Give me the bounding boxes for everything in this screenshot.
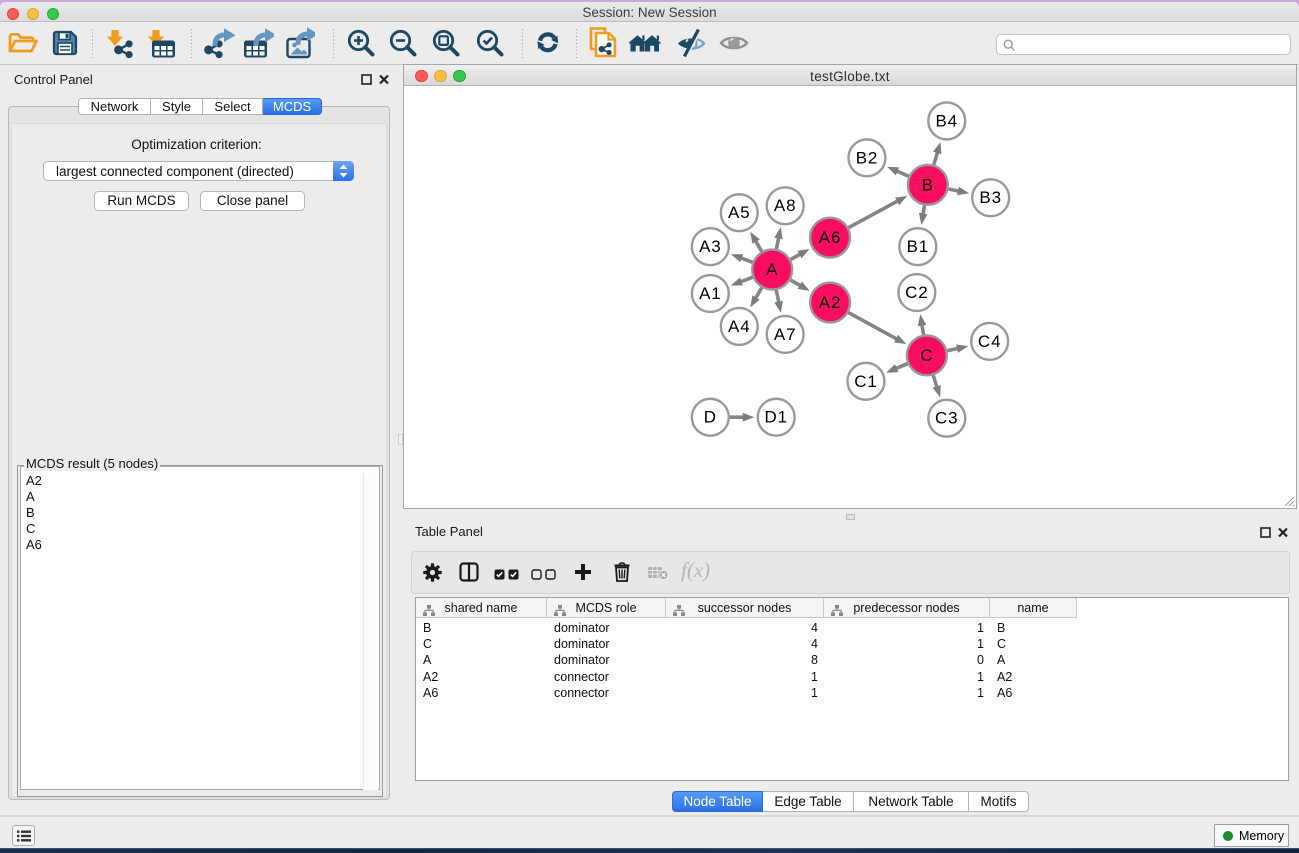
svg-text:B4: B4 [936, 111, 959, 130]
svg-text:C3: C3 [935, 409, 958, 428]
svg-text:A5: A5 [728, 203, 751, 222]
svg-text:A3: A3 [699, 237, 722, 256]
svg-text:A1: A1 [699, 284, 722, 303]
svg-text:C2: C2 [905, 283, 928, 302]
svg-text:A4: A4 [728, 317, 751, 336]
svg-text:C: C [920, 346, 933, 365]
svg-text:A6: A6 [819, 228, 842, 247]
svg-text:D: D [704, 408, 717, 427]
svg-text:A7: A7 [774, 325, 797, 344]
svg-text:C4: C4 [978, 332, 1001, 351]
svg-text:A8: A8 [774, 196, 797, 215]
svg-text:A: A [766, 260, 778, 279]
svg-text:B2: B2 [856, 148, 879, 167]
svg-text:B3: B3 [979, 188, 1002, 207]
svg-text:A2: A2 [819, 293, 842, 312]
svg-text:B: B [922, 175, 934, 194]
svg-text:C1: C1 [854, 372, 877, 391]
svg-text:B1: B1 [907, 237, 930, 256]
svg-text:D1: D1 [764, 408, 787, 427]
